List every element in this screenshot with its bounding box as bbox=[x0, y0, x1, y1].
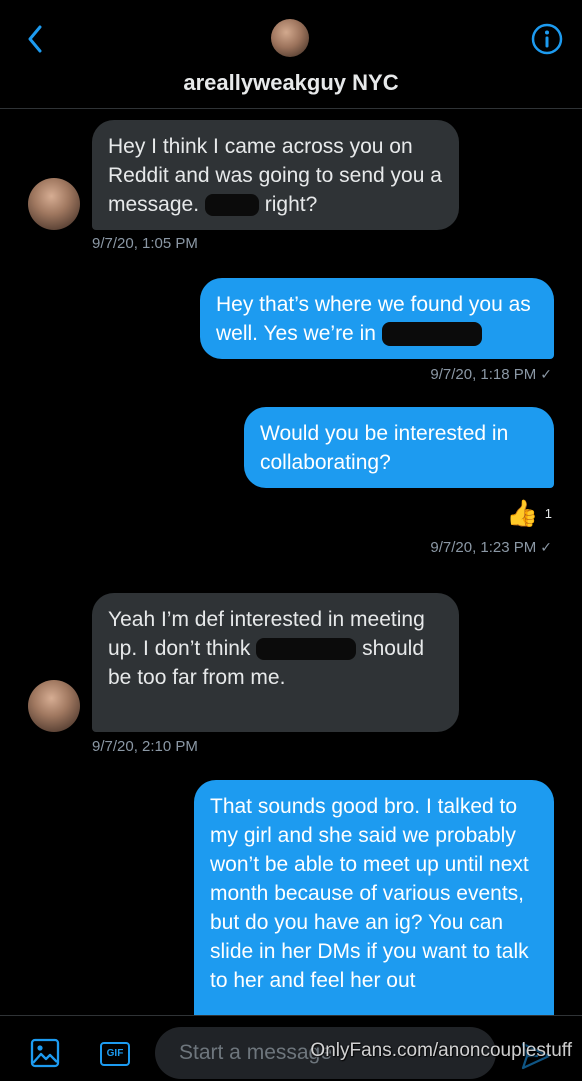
message-text: Would you be interested in collaborating… bbox=[260, 422, 509, 474]
message-bubble-outgoing[interactable]: Would you be interested in collaborating… bbox=[244, 407, 554, 488]
header-avatar[interactable] bbox=[271, 19, 309, 57]
reaction-count: 1 bbox=[544, 505, 552, 521]
timestamp-text: 9/7/20, 1:23 PM bbox=[430, 539, 537, 556]
timestamp-text: 9/7/20, 1:18 PM bbox=[430, 366, 537, 383]
thumbs-up-icon: 👍 bbox=[506, 498, 539, 528]
gif-icon: GIF bbox=[106, 1048, 124, 1059]
watermark: OnlyFans.com/anoncouplestuff bbox=[310, 1040, 572, 1061]
info-icon bbox=[531, 23, 563, 55]
gif-button[interactable]: GIF bbox=[100, 1042, 130, 1066]
message-bubble-outgoing[interactable]: That sounds good bro. I talked to my gir… bbox=[194, 780, 554, 1040]
sender-avatar[interactable] bbox=[28, 178, 80, 230]
redaction-mark bbox=[381, 322, 482, 347]
message-text: right? bbox=[264, 193, 318, 216]
redaction-mark bbox=[256, 638, 357, 661]
conversation-title[interactable]: areallyweakguy NYC bbox=[0, 70, 582, 96]
sent-check-icon: ✓ bbox=[540, 366, 552, 382]
image-icon bbox=[30, 1038, 60, 1068]
message-bubble-incoming[interactable]: Yeah I’m def interested in meeting up. I… bbox=[92, 593, 459, 732]
back-button[interactable] bbox=[18, 20, 52, 58]
sender-avatar[interactable] bbox=[28, 680, 80, 732]
message-timestamp: 9/7/20, 2:10 PM bbox=[92, 738, 198, 755]
message-timestamp: 9/7/20, 1:23 PM ✓ bbox=[430, 539, 552, 556]
message-timestamp: 9/7/20, 1:18 PM ✓ bbox=[430, 366, 552, 383]
message-bubble-outgoing[interactable]: Hey that’s where we found you as well. Y… bbox=[200, 278, 554, 359]
message-text: That sounds good bro. I talked to my gir… bbox=[210, 795, 529, 992]
message-text: Hey that’s where we found you as well. Y… bbox=[216, 293, 531, 345]
message-reaction[interactable]: 👍 1 bbox=[506, 498, 552, 528]
message-bubble-incoming[interactable]: Hey I think I came across you on Reddit … bbox=[92, 120, 459, 230]
add-image-button[interactable] bbox=[30, 1038, 60, 1068]
redaction-mark bbox=[204, 194, 259, 217]
back-chevron-icon bbox=[28, 25, 42, 53]
message-timestamp: 9/7/20, 1:05 PM bbox=[92, 235, 198, 252]
sent-check-icon: ✓ bbox=[540, 539, 552, 555]
info-button[interactable] bbox=[530, 22, 564, 56]
conversation-header: areallyweakguy NYC bbox=[0, 0, 582, 109]
